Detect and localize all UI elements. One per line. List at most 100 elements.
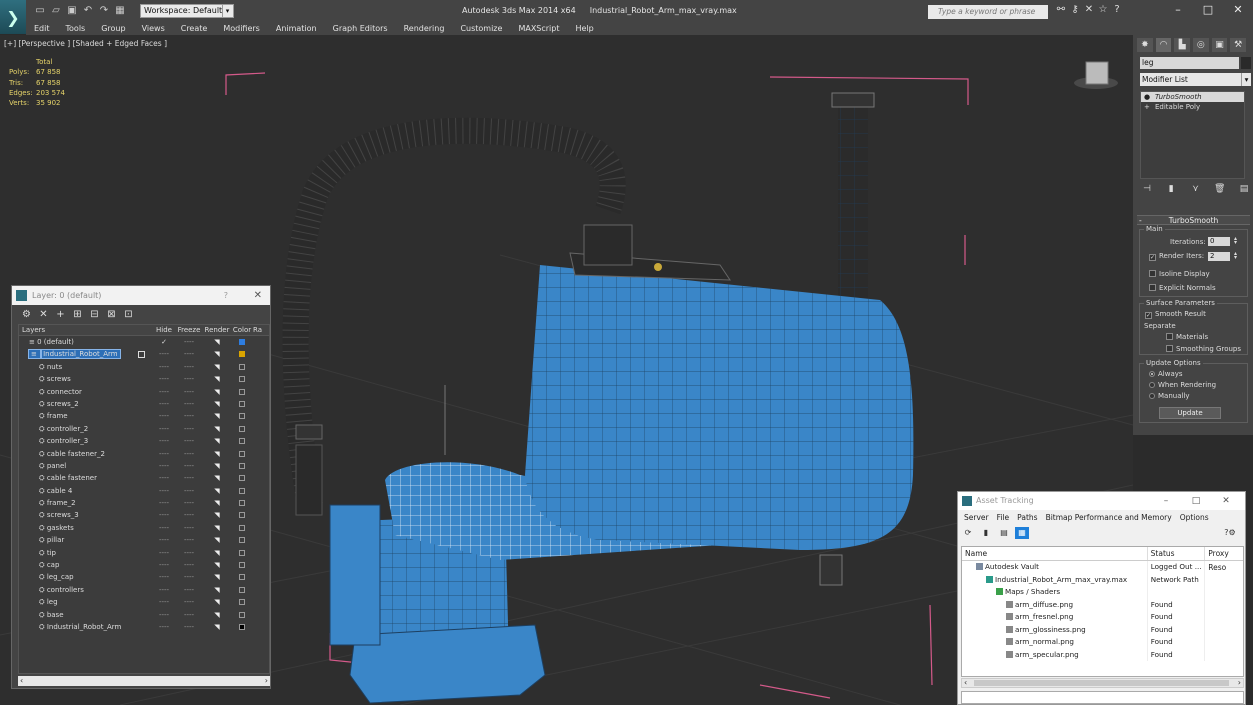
render-iters-spinner[interactable]: 2	[1208, 252, 1230, 261]
hide-toggle[interactable]: ----	[153, 596, 175, 608]
freeze-toggle[interactable]: ----	[175, 547, 203, 559]
update-button[interactable]: Update	[1159, 407, 1221, 419]
render-toggle[interactable]: ◥	[203, 398, 231, 410]
layer-row[interactable]: ⛭ controllers ---- ---- ◥	[19, 584, 269, 596]
asset-menu-options[interactable]: Options	[1176, 513, 1213, 522]
layer-row[interactable]: ⛭ controller_2 ---- ---- ◥	[19, 423, 269, 435]
freeze-toggle[interactable]: ----	[175, 336, 203, 348]
smooth-result-checkbox[interactable]: ✓ Smooth Result	[1145, 310, 1206, 319]
layer-row[interactable]: ⛭ base ---- ---- ◥	[19, 609, 269, 621]
rollout-header[interactable]: - TurboSmooth	[1137, 215, 1250, 225]
undo-icon[interactable]: ↶	[82, 5, 94, 17]
smoothing-groups-checkbox[interactable]: Smoothing Groups	[1166, 345, 1241, 353]
hide-toggle[interactable]: ----	[153, 621, 175, 633]
freeze-toggle[interactable]: ----	[175, 348, 203, 360]
column-radiosity[interactable]: Ra	[253, 325, 263, 335]
layer-row[interactable]: ⛭ connector ---- ---- ◥	[19, 386, 269, 398]
hide-toggle[interactable]: ✓	[153, 336, 175, 348]
show-end-result-icon[interactable]: ▮	[1164, 183, 1178, 195]
layer-row[interactable]: ≡ Industrial_Robot_Arm ---- ---- ◥	[19, 348, 269, 360]
exchange-icon[interactable]: ✕	[1082, 4, 1096, 15]
maximize-icon[interactable]: □	[1193, 0, 1223, 20]
hide-toggle[interactable]: ----	[153, 609, 175, 621]
create-tab-icon[interactable]: ✸	[1137, 38, 1153, 52]
spinner-arrows-icon[interactable]: ▴ ▾	[1234, 251, 1240, 261]
freeze-toggle[interactable]: ----	[175, 386, 203, 398]
save-file-icon[interactable]: ▣	[66, 5, 78, 17]
object-color-swatch[interactable]	[1241, 57, 1251, 69]
scroll-thumb[interactable]	[974, 680, 1229, 686]
layer-row[interactable]: ⛭ nuts ---- ---- ◥	[19, 361, 269, 373]
always-radio[interactable]: Always	[1149, 370, 1183, 378]
menu-item-group[interactable]: Group	[93, 24, 133, 33]
freeze-toggle[interactable]: ----	[175, 460, 203, 472]
menu-item-rendering[interactable]: Rendering	[396, 24, 453, 33]
vault-icon[interactable]: ⟳	[961, 527, 975, 539]
iterations-spinner[interactable]: 0	[1208, 237, 1230, 246]
layer-row[interactable]: ⛭ screws_3 ---- ---- ◥	[19, 509, 269, 521]
isoline-display-checkbox[interactable]: Isoline Display	[1149, 270, 1210, 278]
layer-settings-icon[interactable]: ⚙	[18, 309, 35, 320]
new-file-icon[interactable]: ▭	[34, 5, 46, 17]
stack-item-turbosmooth[interactable]: ● TurboSmooth	[1141, 92, 1244, 102]
materials-checkbox[interactable]: Materials	[1166, 333, 1208, 341]
column-render[interactable]: Render	[203, 325, 231, 335]
layer-row[interactable]: ⛭ Industrial_Robot_Arm ---- ---- ◥	[19, 621, 269, 633]
asset-row[interactable]: arm_normal.png Found	[962, 636, 1243, 649]
spinner-arrows-icon[interactable]: ▴ ▾	[1234, 236, 1240, 246]
render-toggle[interactable]: ◥	[203, 485, 231, 497]
view-cube-icon[interactable]	[1074, 61, 1118, 89]
layer-row[interactable]: ⛭ panel ---- ---- ◥	[19, 460, 269, 472]
hide-toggle[interactable]: ----	[153, 435, 175, 447]
column-hide[interactable]: Hide	[153, 325, 175, 335]
delete-layer-icon[interactable]: ✕	[35, 309, 52, 320]
freeze-toggle[interactable]: ----	[175, 571, 203, 583]
column-layers[interactable]: Layers	[19, 325, 153, 335]
object-name-field[interactable]: leg	[1140, 57, 1239, 69]
color-swatch[interactable]	[231, 584, 253, 596]
layer-row[interactable]: ⛭ tip ---- ---- ◥	[19, 547, 269, 559]
color-swatch[interactable]	[231, 361, 253, 373]
close-icon[interactable]: ✕	[1211, 492, 1241, 510]
color-swatch[interactable]	[231, 460, 253, 472]
freeze-toggle[interactable]: ----	[175, 621, 203, 633]
render-toggle[interactable]: ◥	[203, 559, 231, 571]
color-swatch[interactable]	[231, 559, 253, 571]
render-toggle[interactable]: ◥	[203, 547, 231, 559]
close-icon[interactable]: ✕	[254, 286, 262, 305]
maximize-icon[interactable]: □	[1181, 492, 1211, 510]
redo-icon[interactable]: ↷	[98, 5, 110, 17]
key-icon[interactable]: ⚷	[1068, 4, 1082, 15]
help-icon[interactable]: ?	[224, 286, 228, 305]
render-toggle[interactable]: ◥	[203, 472, 231, 484]
active-layer-icon[interactable]	[138, 351, 145, 359]
hide-toggle[interactable]: ----	[153, 571, 175, 583]
highlight-layer-icon[interactable]: ⊠	[103, 309, 120, 320]
layer-row[interactable]: ⛭ gaskets ---- ---- ◥	[19, 522, 269, 534]
freeze-toggle[interactable]: ----	[175, 596, 203, 608]
stack-item-editable-poly[interactable]: + Editable Poly	[1141, 102, 1244, 112]
layer-row[interactable]: ⛭ frame ---- ---- ◥	[19, 410, 269, 422]
workspace-dropdown[interactable]: Workspace: Default ▾	[140, 4, 234, 18]
render-toggle[interactable]: ◥	[203, 448, 231, 460]
hide-toggle[interactable]: ----	[153, 373, 175, 385]
freeze-toggle[interactable]: ----	[175, 472, 203, 484]
asset-menu-bitmap-performance-and-memory[interactable]: Bitmap Performance and Memory	[1042, 513, 1176, 522]
hide-toggle[interactable]: ----	[153, 534, 175, 546]
asset-menu-file[interactable]: File	[993, 513, 1014, 522]
menu-item-edit[interactable]: Edit	[26, 24, 58, 33]
hide-toggle[interactable]: ----	[153, 497, 175, 509]
horizontal-scrollbar[interactable]: ‹ ›	[961, 678, 1244, 688]
layer-row[interactable]: ⛭ leg ---- ---- ◥	[19, 596, 269, 608]
menu-item-tools[interactable]: Tools	[58, 24, 94, 33]
minimize-icon[interactable]: –	[1151, 492, 1181, 510]
color-swatch[interactable]	[231, 509, 253, 521]
horizontal-scrollbar[interactable]: ‹ ›	[18, 676, 270, 686]
help-icon[interactable]: ?⚙	[1223, 527, 1237, 539]
hide-toggle[interactable]: ----	[153, 485, 175, 497]
column-color[interactable]: Color	[231, 325, 253, 335]
render-toggle[interactable]: ◥	[203, 423, 231, 435]
layer-row[interactable]: ⛭ screws_2 ---- ---- ◥	[19, 398, 269, 410]
color-swatch[interactable]	[231, 497, 253, 509]
menu-item-customize[interactable]: Customize	[452, 24, 510, 33]
